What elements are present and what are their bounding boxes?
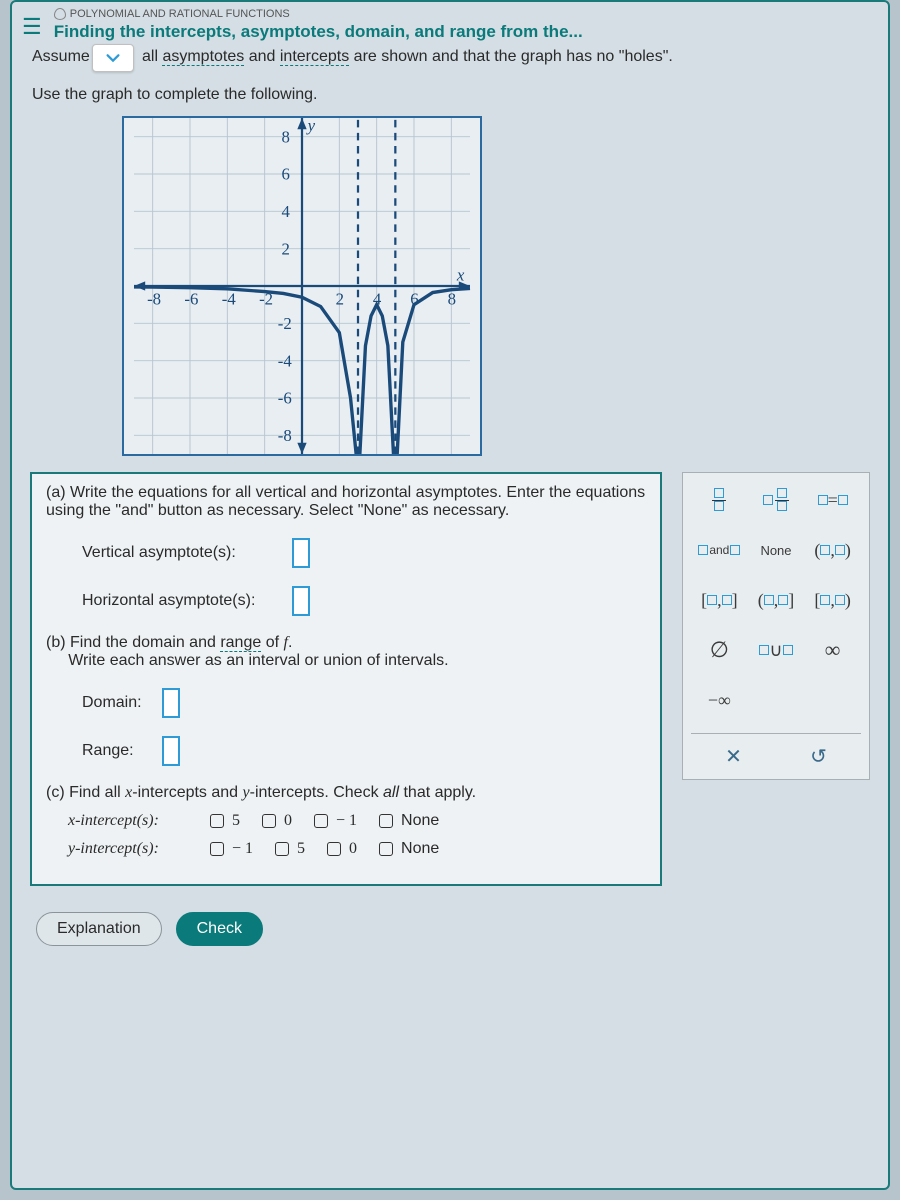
palette-neg-infinity[interactable]: −∞ bbox=[694, 683, 744, 717]
collapse-toggle[interactable] bbox=[92, 44, 134, 72]
y-option-5[interactable]: 5 bbox=[275, 840, 305, 858]
part-c-text: (c) Find all x-intercepts and y-intercep… bbox=[46, 784, 476, 801]
reset-icon[interactable]: ↺ bbox=[810, 744, 827, 769]
link-range[interactable]: range bbox=[220, 634, 261, 652]
svg-text:-6: -6 bbox=[278, 389, 292, 408]
svg-text:-8: -8 bbox=[278, 426, 292, 445]
svg-text:2: 2 bbox=[281, 239, 289, 258]
svg-text:-8: -8 bbox=[147, 290, 161, 309]
svg-text:x: x bbox=[456, 265, 465, 284]
y-intercept-label: y-intercept(s): bbox=[68, 840, 188, 858]
graph-plot: -8 -6 -4 -2 2 4 6 8 8 6 4 2 -2 -4 -6 -8 x y bbox=[122, 116, 482, 456]
question-box: (a) Write the equations for all vertical… bbox=[30, 472, 662, 886]
svg-text:-4: -4 bbox=[222, 290, 237, 309]
svg-text:-2: -2 bbox=[278, 314, 292, 333]
y-option-0[interactable]: 0 bbox=[327, 840, 357, 858]
y-option-none[interactable]: None bbox=[379, 840, 439, 858]
assume-word: Assume bbox=[32, 48, 90, 66]
x-option-neg1[interactable]: − 1 bbox=[314, 812, 357, 830]
part-a-text: (a) Write the equations for all vertical… bbox=[46, 484, 646, 520]
link-intercepts[interactable]: intercepts bbox=[280, 48, 349, 66]
palette-and[interactable]: and bbox=[694, 533, 744, 567]
svg-text:4: 4 bbox=[373, 290, 382, 309]
menu-icon[interactable]: ☰ bbox=[22, 8, 42, 40]
x-option-5[interactable]: 5 bbox=[210, 812, 240, 830]
x-intercept-label: x-intercept(s): bbox=[68, 812, 188, 830]
link-asymptotes[interactable]: asymptotes bbox=[162, 48, 244, 66]
horizontal-asymptote-input[interactable] bbox=[292, 586, 310, 616]
palette-mixed-fraction[interactable] bbox=[751, 483, 801, 517]
domain-input[interactable] bbox=[162, 688, 180, 718]
intro-text: all asymptotes and intercepts are shown … bbox=[142, 48, 673, 65]
svg-text:-4: -4 bbox=[278, 351, 293, 370]
svg-text:-6: -6 bbox=[184, 290, 198, 309]
explanation-button[interactable]: Explanation bbox=[36, 912, 162, 946]
range-label: Range: bbox=[82, 742, 152, 760]
palette-closed-interval[interactable]: [,] bbox=[694, 583, 744, 617]
page-title: Finding the intercepts, asymptotes, doma… bbox=[54, 22, 878, 42]
x-option-0[interactable]: 0 bbox=[262, 812, 292, 830]
svg-text:6: 6 bbox=[410, 290, 418, 309]
palette-fraction[interactable] bbox=[694, 483, 744, 517]
symbol-palette: = and None (,) [,] (,] [,) ∅ ∪ ∞ −∞ bbox=[682, 472, 870, 780]
svg-text:4: 4 bbox=[281, 202, 290, 221]
domain-label: Domain: bbox=[82, 694, 152, 712]
breadcrumb: POLYNOMIAL AND RATIONAL FUNCTIONS bbox=[54, 8, 878, 20]
instruction-text: Use the graph to complete the following. bbox=[12, 72, 888, 112]
palette-open-interval[interactable]: (,) bbox=[808, 533, 858, 567]
x-option-none[interactable]: None bbox=[379, 812, 439, 830]
vertical-asymptote-label: Vertical asymptote(s): bbox=[82, 544, 282, 562]
palette-half-open-right[interactable]: [,) bbox=[808, 583, 858, 617]
svg-text:-2: -2 bbox=[259, 290, 273, 309]
shield-icon bbox=[54, 8, 66, 20]
part-b-text: (b) Find the domain and range of f. Writ… bbox=[46, 634, 449, 669]
horizontal-asymptote-label: Horizontal asymptote(s): bbox=[82, 592, 282, 610]
chevron-down-icon bbox=[104, 49, 122, 67]
palette-equation[interactable]: = bbox=[808, 483, 858, 517]
svg-text:2: 2 bbox=[336, 290, 344, 309]
clear-icon[interactable]: ✕ bbox=[725, 744, 742, 769]
svg-text:y: y bbox=[306, 118, 316, 135]
palette-none[interactable]: None bbox=[751, 533, 801, 567]
vertical-asymptote-input[interactable] bbox=[292, 538, 310, 568]
breadcrumb-text: POLYNOMIAL AND RATIONAL FUNCTIONS bbox=[70, 8, 290, 20]
check-button[interactable]: Check bbox=[176, 912, 263, 946]
palette-infinity[interactable]: ∞ bbox=[808, 633, 858, 667]
svg-text:8: 8 bbox=[448, 290, 456, 309]
palette-union[interactable]: ∪ bbox=[751, 633, 801, 667]
palette-half-open-left[interactable]: (,] bbox=[751, 583, 801, 617]
palette-empty-set[interactable]: ∅ bbox=[694, 633, 744, 667]
y-option-neg1[interactable]: − 1 bbox=[210, 840, 253, 858]
range-input[interactable] bbox=[162, 736, 180, 766]
svg-text:8: 8 bbox=[281, 127, 289, 146]
svg-text:6: 6 bbox=[281, 165, 289, 184]
